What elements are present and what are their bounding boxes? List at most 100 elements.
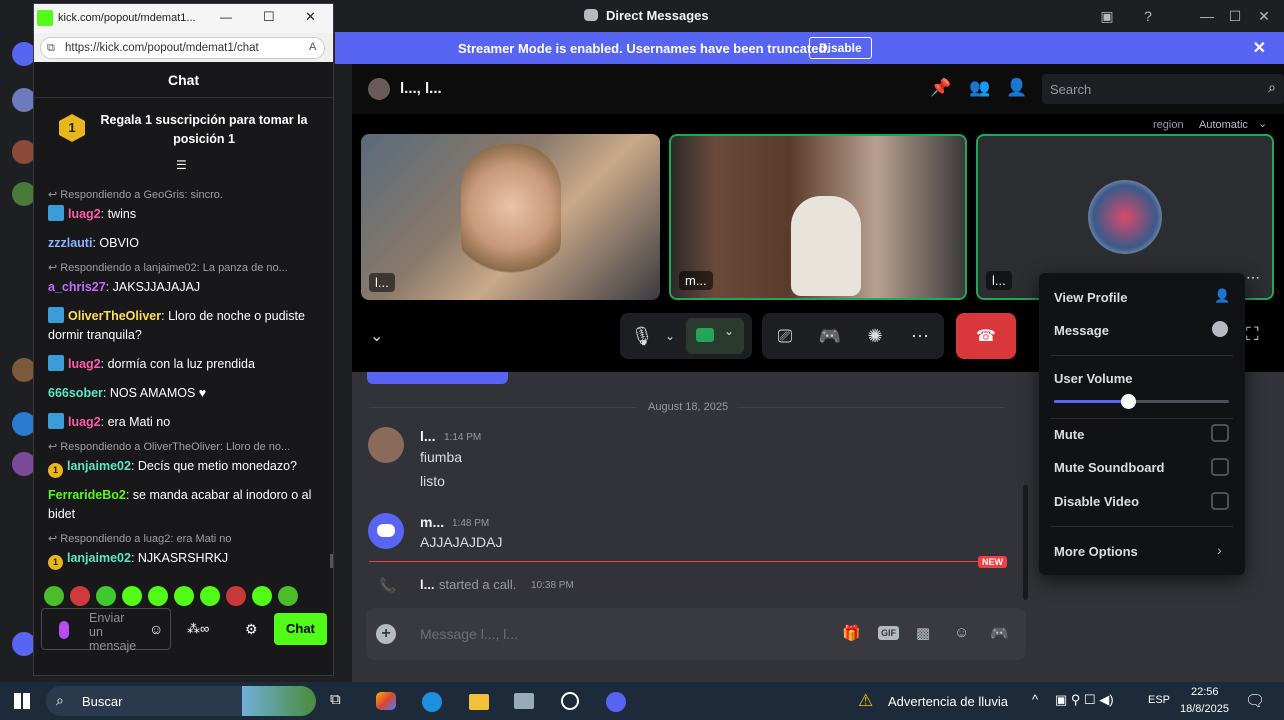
close-window-icon[interactable]: ✕ (1254, 6, 1274, 26)
emoji-icon[interactable]: ☺ (954, 624, 969, 641)
chat-username[interactable]: OliverTheOliver (68, 309, 161, 323)
disable-video-item[interactable]: Disable Video (1054, 494, 1139, 509)
minimize-icon[interactable]: — (1197, 6, 1217, 26)
chat-username[interactable]: 666sober (48, 386, 103, 400)
expand-leaderboard-icon[interactable]: ☰ (176, 158, 187, 172)
volume-handle[interactable] (1120, 394, 1136, 409)
gift-subscription-prompt[interactable]: Regala 1 suscripción para tomar la posic… (98, 111, 310, 149)
emote-icon[interactable] (122, 586, 142, 606)
inbox-icon[interactable]: ▣ (1097, 6, 1117, 26)
search-box[interactable]: Search ⌕ (1042, 74, 1284, 104)
emote-icon[interactable] (200, 586, 220, 606)
reader-mode-icon[interactable]: A (309, 41, 316, 53)
weather-warning-icon[interactable]: ⚠ (858, 691, 873, 711)
disable-streamer-mode-button[interactable]: Disable (809, 37, 872, 59)
chat-username[interactable]: FerrarideBo2 (48, 488, 126, 502)
obs-icon[interactable] (561, 692, 579, 710)
copilot-icon[interactable] (376, 692, 396, 710)
more-icon[interactable]: ⋯ (1246, 269, 1260, 286)
system-author[interactable]: l... (420, 577, 434, 592)
avatar[interactable] (368, 513, 404, 549)
screen-share-icon[interactable]: ⎚ (772, 313, 798, 359)
mute-checkbox[interactable] (1211, 424, 1229, 442)
start-icon[interactable] (14, 693, 30, 709)
emoji-icon[interactable]: ☺ (149, 621, 163, 637)
pin-icon[interactable]: 📌 (930, 78, 951, 98)
close-banner-icon[interactable]: ✕ (1253, 38, 1266, 58)
region-select[interactable]: Automatic (1199, 119, 1248, 131)
video-tile[interactable]: m... (669, 134, 967, 300)
mic-options-chevron-icon[interactable]: ⌄ (662, 313, 678, 359)
mute-soundboard-item[interactable]: Mute Soundboard (1054, 460, 1165, 475)
member-list-icon[interactable]: 👤 (1006, 78, 1027, 98)
taskbar-search[interactable]: ⌕ Buscar (46, 686, 316, 716)
avatar[interactable] (368, 427, 404, 463)
gift-icon[interactable]: 🎁 (842, 624, 861, 642)
edge-icon[interactable] (422, 692, 442, 712)
scrollbar[interactable] (330, 554, 333, 568)
emote-icon[interactable] (252, 586, 272, 606)
camera-toggle[interactable]: ⌄ (686, 318, 744, 354)
activity-gamepad-icon[interactable]: 🎮 (817, 313, 843, 359)
clock-date[interactable]: 18/8/2025 (1180, 703, 1229, 715)
help-icon[interactable]: ? (1138, 6, 1158, 26)
chat-username[interactable]: luag2 (68, 207, 101, 221)
kicks-icon[interactable]: ⁂∞ (187, 621, 209, 637)
message-input[interactable]: Message l..., l... (420, 626, 518, 642)
gif-icon[interactable]: GIF (878, 626, 899, 640)
fullscreen-icon[interactable]: ⛶ (1246, 324, 1259, 345)
url-field[interactable]: ⧉ https://kick.com/popout/mdemat1/chat A (40, 37, 325, 59)
microphone-icon[interactable] (59, 621, 69, 639)
add-friends-icon[interactable]: 👥 (969, 78, 990, 98)
collapse-chevron-icon[interactable]: ⌄ (370, 326, 383, 346)
taskbar-search-label[interactable]: Buscar (82, 694, 122, 709)
chat-username[interactable]: lanjaime02 (67, 459, 131, 473)
message-item[interactable]: Message (1054, 323, 1109, 338)
emote-icon[interactable] (70, 586, 90, 606)
chat-username[interactable]: luag2 (68, 415, 101, 429)
close-window-icon[interactable]: ✕ (305, 9, 316, 25)
page-info-icon[interactable]: ⧉ (47, 42, 55, 55)
search-input[interactable]: Search (1050, 82, 1091, 97)
chat-input-placeholder[interactable]: Enviar un mensaje (89, 611, 139, 653)
scrollbar[interactable] (1023, 485, 1028, 600)
message-author[interactable]: l... (420, 428, 436, 444)
message-author[interactable]: m... (420, 514, 444, 530)
disconnect-button[interactable]: ☎ (956, 313, 1016, 359)
chat-username[interactable]: zzzlauti (48, 236, 92, 250)
chevron-up-icon[interactable]: ^ (1032, 692, 1038, 707)
chat-username[interactable]: lanjaime02 (67, 551, 131, 565)
camera-options-chevron-icon[interactable]: ⌄ (724, 324, 734, 338)
maximize-icon[interactable]: ☐ (1225, 6, 1245, 26)
task-view-icon[interactable]: ⧉ (330, 691, 341, 708)
volume-slider[interactable] (1054, 394, 1229, 409)
mute-soundboard-checkbox[interactable] (1211, 458, 1229, 476)
clock-time[interactable]: 22:56 (1191, 686, 1219, 698)
file-explorer-icon[interactable] (469, 694, 489, 710)
settings-gear-icon[interactable]: ⚙ (245, 621, 258, 638)
chat-username[interactable]: luag2 (68, 357, 101, 371)
emote-icon[interactable] (174, 586, 194, 606)
chat-username[interactable]: a_chris27 (48, 280, 106, 294)
emote-icon[interactable] (278, 586, 298, 606)
weather-text[interactable]: Advertencia de lluvia (888, 694, 1008, 709)
soundboard-icon[interactable]: ✺ (862, 313, 888, 359)
input-language[interactable]: ESP (1148, 694, 1170, 706)
emote-icon[interactable] (148, 586, 168, 606)
url-text[interactable]: https://kick.com/popout/mdemat1/chat (65, 42, 259, 54)
apps-gamepad-icon[interactable]: 🎮 (990, 624, 1009, 642)
disable-video-checkbox[interactable] (1211, 492, 1229, 510)
add-attachment-icon[interactable]: + (376, 624, 396, 644)
emote-icon[interactable] (44, 586, 64, 606)
emote-icon[interactable] (96, 586, 116, 606)
notifications-icon[interactable]: 🗨 (1245, 691, 1265, 711)
emote-icon[interactable] (226, 586, 246, 606)
minimize-icon[interactable]: — (220, 10, 232, 24)
send-chat-button[interactable]: Chat (274, 613, 327, 645)
view-profile-item[interactable]: View Profile (1054, 290, 1127, 305)
sticker-icon[interactable]: ▩ (916, 624, 930, 642)
app-icon[interactable] (514, 693, 534, 709)
more-options-icon[interactable]: ⋯ (907, 313, 933, 359)
discord-taskbar-icon[interactable] (606, 692, 626, 712)
chat-input[interactable]: Enviar un mensaje ☺ (41, 608, 171, 653)
